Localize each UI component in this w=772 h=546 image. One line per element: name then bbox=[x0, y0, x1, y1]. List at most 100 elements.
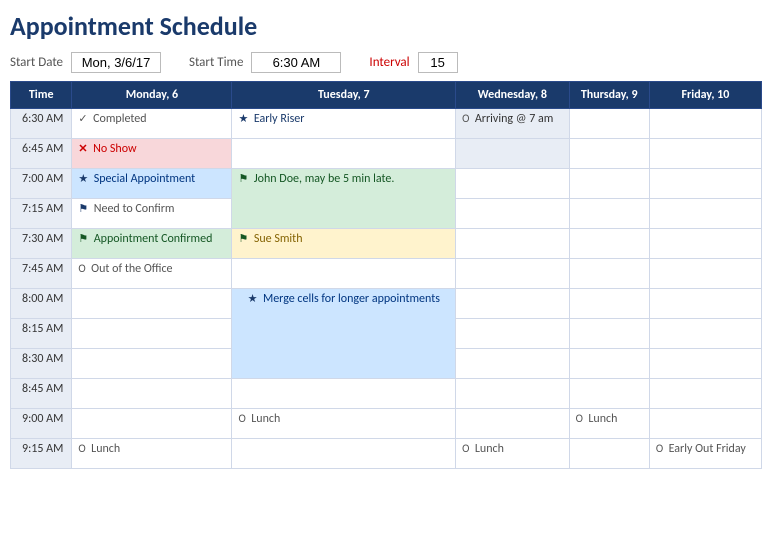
schedule-cell: O Early Out Friday bbox=[649, 439, 761, 469]
start-date-label: Start Date bbox=[10, 55, 63, 70]
schedule-cell: ⚑ John Doe, may be 5 min late. bbox=[232, 169, 456, 229]
schedule-cell: O Out of the Office bbox=[72, 259, 232, 289]
cell-icon: ⚑ bbox=[78, 232, 90, 245]
cell-icon: ★ bbox=[248, 292, 260, 305]
cell-content: O Lunch bbox=[238, 412, 280, 426]
schedule-cell: O Lunch bbox=[232, 409, 456, 439]
schedule-cell bbox=[232, 379, 456, 409]
col-time: Time bbox=[11, 82, 72, 109]
schedule-cell bbox=[569, 289, 649, 319]
cell-icon: O bbox=[238, 412, 248, 425]
schedule-cell: ★ Special Appointment bbox=[72, 169, 232, 199]
cell-content: O Lunch bbox=[78, 442, 120, 456]
controls-bar: Start Date Start Time Interval bbox=[10, 52, 762, 73]
schedule-cell bbox=[72, 319, 232, 349]
schedule-cell bbox=[456, 409, 570, 439]
schedule-cell bbox=[649, 319, 761, 349]
col-monday: Monday, 6 bbox=[72, 82, 232, 109]
table-row: 7:45 AMO Out of the Office bbox=[11, 259, 762, 289]
cell-icon: O bbox=[462, 112, 472, 125]
cell-icon: ⚑ bbox=[238, 172, 250, 185]
schedule-cell bbox=[456, 259, 570, 289]
cell-content: O Arriving @ 7 am bbox=[462, 112, 553, 126]
schedule-cell bbox=[232, 259, 456, 289]
cell-content: O Out of the Office bbox=[78, 262, 172, 276]
cell-icon: ⚑ bbox=[238, 232, 250, 245]
schedule-cell bbox=[649, 289, 761, 319]
schedule-cell bbox=[456, 319, 570, 349]
cell-content: O Early Out Friday bbox=[656, 442, 746, 456]
cell-content: ⚑ Sue Smith bbox=[238, 232, 302, 246]
cell-content: O Lunch bbox=[462, 442, 504, 456]
cell-content: ★ Early Riser bbox=[238, 112, 304, 126]
col-wednesday: Wednesday, 8 bbox=[456, 82, 570, 109]
schedule-cell bbox=[649, 349, 761, 379]
schedule-cell: ⚑ Sue Smith bbox=[232, 229, 456, 259]
page-title: Appointment Schedule bbox=[10, 10, 762, 42]
schedule-cell bbox=[569, 319, 649, 349]
start-time-input[interactable] bbox=[251, 52, 341, 73]
schedule-cell: ✕ No Show bbox=[72, 139, 232, 169]
schedule-cell bbox=[72, 289, 232, 319]
schedule-cell bbox=[569, 199, 649, 229]
time-cell: 8:30 AM bbox=[11, 349, 72, 379]
time-cell: 7:00 AM bbox=[11, 169, 72, 199]
interval-label: Interval bbox=[369, 55, 409, 70]
cell-icon: O bbox=[462, 442, 472, 455]
schedule-cell bbox=[456, 379, 570, 409]
cell-icon: ✓ bbox=[78, 112, 90, 125]
schedule-cell bbox=[72, 409, 232, 439]
schedule-cell bbox=[569, 259, 649, 289]
schedule-cell: ⚑ Appointment Confirmed bbox=[72, 229, 232, 259]
schedule-cell bbox=[72, 379, 232, 409]
cell-icon: ⚑ bbox=[78, 202, 90, 215]
cell-icon: ★ bbox=[238, 112, 250, 125]
cell-content: ✓ Completed bbox=[78, 112, 146, 126]
schedule-cell bbox=[649, 109, 761, 139]
schedule-cell bbox=[232, 439, 456, 469]
time-cell: 6:30 AM bbox=[11, 109, 72, 139]
schedule-cell bbox=[456, 139, 570, 169]
cell-content: ⚑ John Doe, may be 5 min late. bbox=[238, 172, 394, 186]
schedule-cell: O Lunch bbox=[569, 409, 649, 439]
start-date-input[interactable] bbox=[71, 52, 161, 73]
schedule-cell bbox=[649, 409, 761, 439]
time-cell: 9:00 AM bbox=[11, 409, 72, 439]
time-cell: 7:30 AM bbox=[11, 229, 72, 259]
table-header-row: Time Monday, 6 Tuesday, 7 Wednesday, 8 T… bbox=[11, 82, 762, 109]
time-cell: 8:00 AM bbox=[11, 289, 72, 319]
time-cell: 6:45 AM bbox=[11, 139, 72, 169]
schedule-cell bbox=[569, 109, 649, 139]
schedule-cell bbox=[569, 439, 649, 469]
schedule-cell bbox=[456, 229, 570, 259]
cell-content: ★ Special Appointment bbox=[78, 172, 195, 186]
schedule-cell bbox=[456, 349, 570, 379]
schedule-cell bbox=[569, 139, 649, 169]
cell-content: ⚑ Appointment Confirmed bbox=[78, 232, 212, 246]
schedule-cell bbox=[569, 169, 649, 199]
cell-content: ✕ No Show bbox=[78, 142, 136, 156]
schedule-cell bbox=[456, 169, 570, 199]
schedule-cell bbox=[649, 199, 761, 229]
schedule-cell bbox=[569, 229, 649, 259]
schedule-cell bbox=[649, 169, 761, 199]
schedule-cell bbox=[569, 349, 649, 379]
schedule-cell: ★ Merge cells for longer appointments bbox=[232, 289, 456, 379]
table-row: 6:45 AM ✕ No Show bbox=[11, 139, 762, 169]
table-row: 7:30 AM ⚑ Appointment Confirmed ⚑ Sue Smit… bbox=[11, 229, 762, 259]
schedule-cell bbox=[569, 379, 649, 409]
schedule-cell: O Lunch bbox=[456, 439, 570, 469]
schedule-cell bbox=[649, 379, 761, 409]
interval-input[interactable] bbox=[418, 52, 458, 73]
table-row: 6:30 AM ✓ Completed ★ Early Riser O Arrivin… bbox=[11, 109, 762, 139]
col-tuesday: Tuesday, 7 bbox=[232, 82, 456, 109]
schedule-table: Time Monday, 6 Tuesday, 7 Wednesday, 8 T… bbox=[10, 81, 762, 469]
schedule-cell bbox=[456, 199, 570, 229]
cell-icon: ★ bbox=[78, 172, 90, 185]
time-cell: 8:15 AM bbox=[11, 319, 72, 349]
schedule-cell: ✓ Completed bbox=[72, 109, 232, 139]
schedule-cell bbox=[649, 139, 761, 169]
col-friday: Friday, 10 bbox=[649, 82, 761, 109]
schedule-cell bbox=[232, 139, 456, 169]
table-row: 9:00 AM O Lunch O Lunch bbox=[11, 409, 762, 439]
